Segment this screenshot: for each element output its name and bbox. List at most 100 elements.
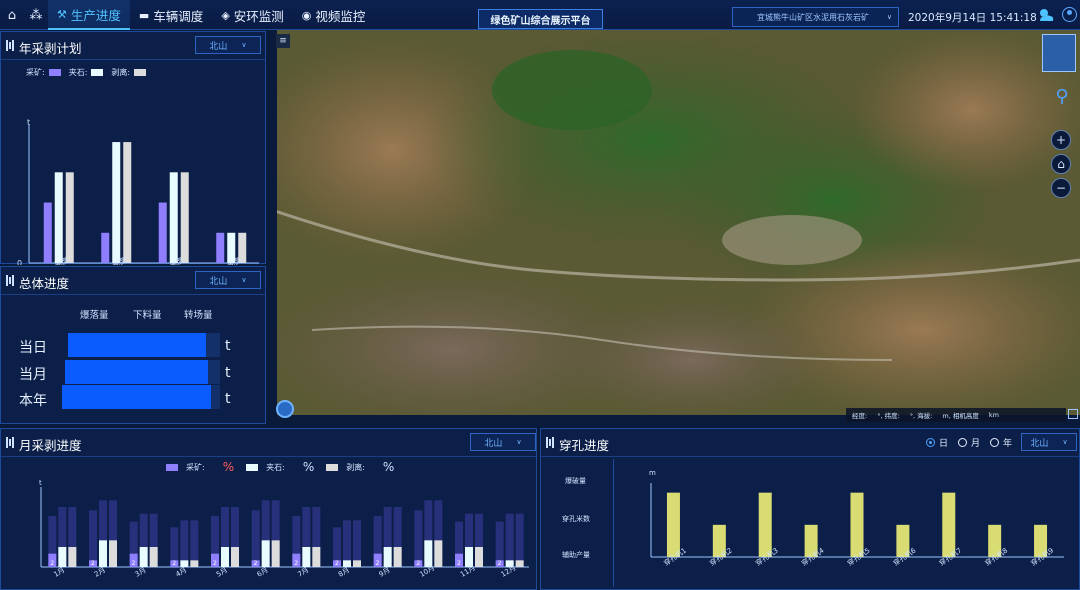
panel-title-icon (546, 437, 554, 448)
bar-value-label: 2 (416, 560, 420, 567)
mine-select[interactable]: 宜城熊牛山矿区水泥用石灰岩矿 ∨ (732, 7, 899, 27)
panel-header: 月采剥进度 (1, 429, 536, 457)
legend-percent: % (382, 460, 395, 474)
select-value: 北山 (209, 41, 228, 52)
chart-bar (353, 560, 361, 567)
chart-background-bar (505, 513, 514, 567)
chart-bar (65, 172, 74, 263)
compass-icon[interactable]: ⚲ (1052, 86, 1072, 110)
progress-bar-year (62, 385, 220, 409)
legend-swatch (166, 463, 178, 471)
legend-percent: % (222, 460, 235, 474)
home-icon[interactable]: ⌂ (0, 0, 24, 30)
row-label-today: 当日 (19, 340, 47, 356)
column-header: 转场量 (184, 310, 213, 321)
tab-video-monitoring[interactable]: ◉ 视频监控 (293, 0, 375, 30)
bar-value-label: 2 (213, 560, 217, 567)
chart-background-bar (251, 510, 260, 567)
monthly-progress-region-select[interactable]: 北山 ∨ (470, 433, 536, 451)
annual-plan-chart: t0一季度二季度三季度四季度 (17, 118, 259, 265)
panel-title-icon (6, 40, 14, 51)
chart-bar (112, 142, 121, 263)
select-value: 北山 (209, 276, 228, 287)
panel-title-icon (6, 275, 14, 286)
tab-production-progress[interactable]: ⚒ 生产进度 (48, 0, 130, 30)
tab-safety-monitoring[interactable]: ◈ 安环监测 (212, 0, 292, 30)
map-menu-icon[interactable]: ≡ (276, 34, 290, 48)
radio-dot (958, 438, 968, 447)
bar-value-label: 2 (335, 560, 339, 567)
tab-vehicle-dispatch[interactable]: ▬ 车辆调度 (130, 0, 212, 30)
chart-background-bar (343, 520, 351, 567)
chart-bar (424, 540, 433, 567)
chart-background-bar (89, 510, 97, 567)
bar-value-label: 2 (91, 560, 95, 567)
user-icon[interactable] (1062, 7, 1077, 22)
period-radio-year[interactable]: 年 (990, 436, 1012, 449)
chart-bar (850, 492, 864, 557)
progress-fill (68, 333, 207, 357)
tab-label: 车辆调度 (153, 8, 204, 24)
chart-bar (149, 547, 158, 567)
map-coordinate-bar: 经度: °, 纬度: °, 海拔: m, 相机高度 km (846, 408, 1066, 422)
x-tick-label: 1月 (52, 566, 66, 579)
radio-dot (990, 438, 1000, 447)
row-label-month: 当月 (19, 367, 47, 383)
chart-background-bar (515, 513, 524, 567)
bar-value-label: 2 (172, 560, 176, 567)
annual-plan-panel: 年采剥计划 北山 ∨ 采矿: 夹石: 剥离: t0一季度二季度三季度四季度 (0, 31, 266, 265)
chart-bar (158, 202, 167, 263)
chart-bar (312, 547, 321, 567)
home-view-button[interactable]: ⌂ (1051, 154, 1071, 174)
column-header: 下料量 (133, 310, 162, 321)
satellite-map[interactable]: ≡ ⚲ + ⌂ − (272, 30, 1080, 423)
x-tick-label: 8月 (337, 566, 351, 579)
drilling-progress-region-select[interactable]: 北山 ∨ (1021, 433, 1077, 451)
bar-value-label: 2 (457, 560, 461, 567)
zoom-out-button[interactable]: − (1051, 178, 1071, 198)
zoom-in-button[interactable]: + (1051, 130, 1071, 150)
y-zero-label: 0 (17, 259, 22, 265)
chevron-down-icon: ∨ (516, 438, 522, 446)
overall-progress-region-select[interactable]: 北山 ∨ (195, 271, 261, 289)
minimap-thumbnail[interactable] (1042, 34, 1076, 72)
tab-label: 生产进度 (70, 7, 121, 23)
chevron-down-icon: ∨ (886, 13, 892, 21)
chart-bar (109, 540, 117, 567)
chart-bar (942, 492, 956, 557)
status-field: m, 相机高度 (942, 412, 979, 420)
chart-bar (169, 172, 178, 263)
panel-title-icon (6, 437, 14, 448)
period-radio-day[interactable]: 日 (926, 436, 948, 449)
chart-bar (475, 547, 483, 567)
chart-bar (54, 172, 63, 263)
chart-bar (343, 560, 351, 567)
chart-bar (302, 547, 311, 567)
x-tick-label: 3月 (134, 566, 148, 579)
row-label: 穿孔米数 (562, 515, 590, 523)
chart-bar (383, 547, 392, 567)
fullscreen-icon[interactable] (1068, 409, 1078, 419)
shield-icon: ◈ (221, 8, 230, 22)
annual-plan-region-select[interactable]: 北山 ∨ (195, 36, 261, 54)
monthly-progress-panel: 月采剥进度 北山 ∨ 采矿: % 夹石: % 剥离: % t 2 1月 2 2月 2 3月 2… (0, 428, 537, 590)
panel-title: 月采剥进度 (19, 438, 82, 453)
monthly-progress-chart: t21月22月23月24月25月26月27月28月29月210月211月212月 (39, 479, 529, 579)
network-icon[interactable]: ⁂ (24, 0, 48, 30)
radio-label: 年 (1003, 439, 1013, 449)
status-field: °, 纬度: (877, 412, 900, 420)
chart-bar (180, 560, 189, 567)
legend-label: 夹石: (266, 462, 285, 472)
camera-icon: ◉ (301, 8, 312, 22)
monthly-progress-legend: 采矿: % 夹石: % 剥离: % (166, 460, 394, 474)
datetime: 2020年9月14日 15:41:18 (908, 12, 1037, 24)
tab-label: 视频监控 (315, 8, 366, 24)
period-radio-month[interactable]: 月 (958, 436, 980, 449)
bar-value-label: 2 (254, 560, 258, 567)
progress-bar-today (68, 333, 220, 357)
chart-bar (190, 560, 199, 567)
tools-icon: ⚒ (57, 7, 67, 21)
bar-value-label: 2 (294, 560, 298, 567)
legend-label: 剥离: (346, 462, 365, 472)
row-unit: t (225, 391, 231, 407)
